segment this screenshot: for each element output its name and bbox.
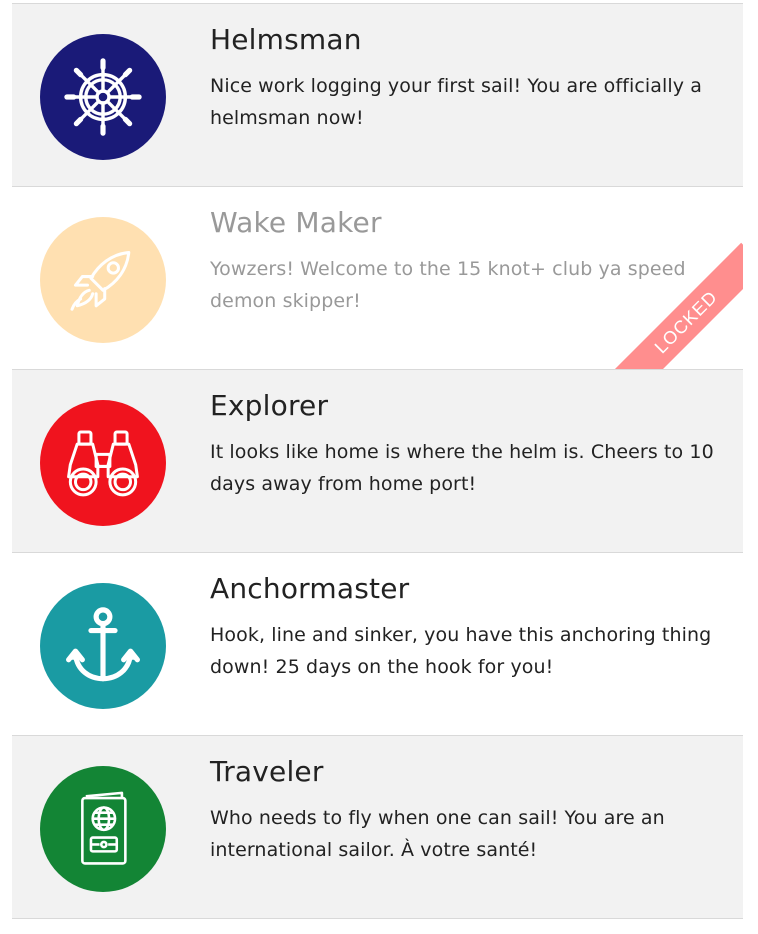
achievement-title: Wake Maker (210, 206, 382, 239)
achievement-title: Explorer (210, 389, 329, 422)
achievement-description: Nice work logging your first sail! You a… (210, 75, 703, 129)
anchor-icon (66, 607, 140, 682)
achievement-badge (40, 400, 166, 526)
achievement-text: Anchormaster Hook, line and sinker, you … (210, 571, 723, 683)
achievement-row-anchormaster[interactable]: Anchormaster Hook, line and sinker, you … (12, 552, 743, 735)
achievement-text: Explorer It looks like home is where the… (210, 388, 723, 500)
achievement-text: Wake Maker Yowzers! Welcome to the 15 kn… (210, 205, 723, 317)
achievement-badge (40, 217, 166, 343)
achievement-text: Helmsman Nice work logging your first sa… (210, 22, 723, 134)
achievement-row-traveler[interactable]: Traveler Who needs to fly when one can s… (12, 735, 743, 919)
achievement-description: Yowzers! Welcome to the 15 knot+ club ya… (210, 258, 686, 312)
achievement-row-helmsman[interactable]: Helmsman Nice work logging your first sa… (12, 3, 743, 186)
achievement-title: Traveler (210, 755, 324, 788)
passport-icon (81, 791, 127, 865)
achievement-badge (40, 583, 166, 709)
achievement-badge (40, 766, 166, 892)
rocket-icon (70, 250, 131, 311)
achievement-description: Hook, line and sinker, you have this anc… (210, 624, 712, 678)
binoculars-icon (67, 430, 139, 497)
achievement-text: Traveler Who needs to fly when one can s… (210, 754, 723, 866)
achievement-title: Anchormaster (210, 572, 410, 605)
achievement-description: Who needs to fly when one can sail! You … (210, 807, 665, 861)
achievement-badge (40, 34, 166, 160)
achievement-row-wake-maker[interactable]: Wake Maker Yowzers! Welcome to the 15 kn… (12, 186, 743, 369)
achievement-description: It looks like home is where the helm is.… (210, 441, 714, 495)
achievements-list: Helmsman Nice work logging your first sa… (12, 3, 743, 919)
achievement-title: Helmsman (210, 23, 362, 56)
ship-wheel-icon (64, 58, 142, 136)
achievement-row-explorer[interactable]: Explorer It looks like home is where the… (12, 369, 743, 552)
